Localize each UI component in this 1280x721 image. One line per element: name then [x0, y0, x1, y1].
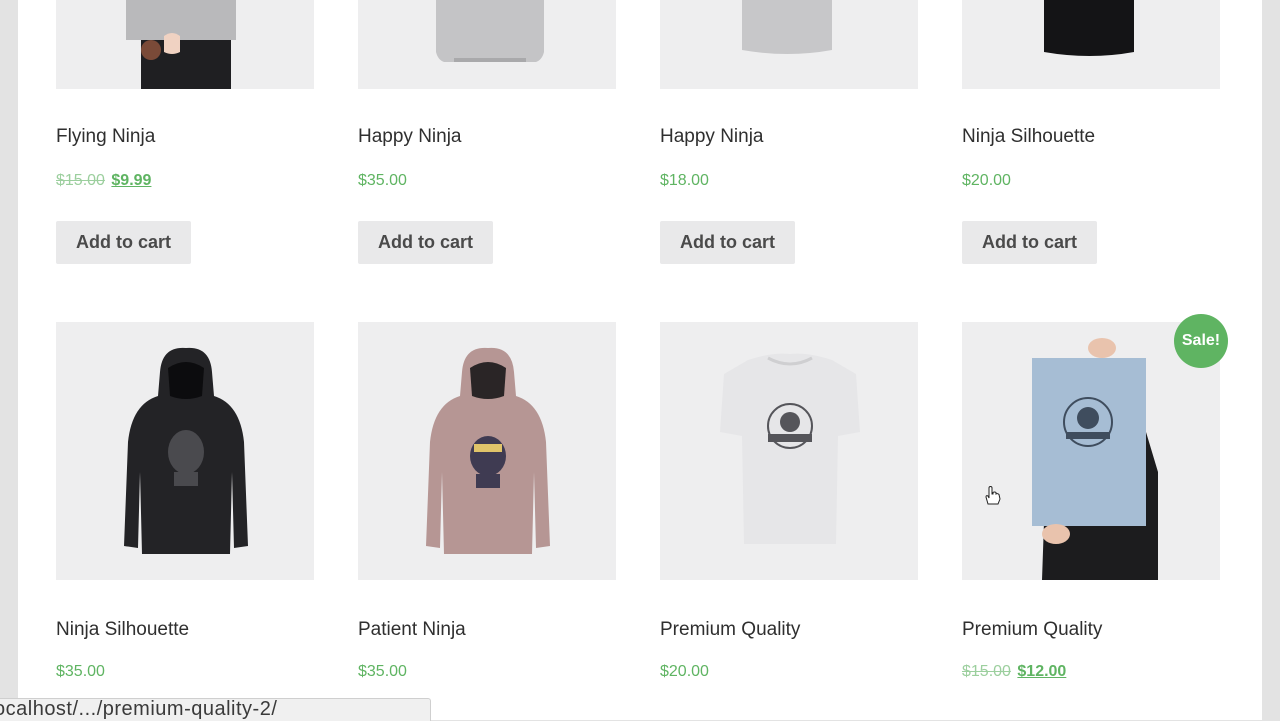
product-price: $35.00 [56, 663, 105, 681]
product-title[interactable]: Happy Ninja [358, 126, 462, 148]
product-title[interactable]: Premium Quality [660, 619, 800, 641]
product-price: $20.00 [660, 663, 709, 681]
grey-hoodie-image [436, 0, 544, 62]
add-to-cart-button[interactable]: Add to cart [358, 221, 494, 264]
price-amount: $35.00 [358, 663, 407, 680]
product-title[interactable]: Ninja Silhouette [56, 619, 189, 641]
hand-pointer-icon [985, 486, 1001, 505]
regular-price: $15.00 [962, 663, 1011, 680]
product-card: Premium Quality $15.00 $12.00 Sale! [962, 314, 1228, 680]
regular-price: $15.00 [56, 172, 105, 189]
product-card: Flying Ninja $15.00 $9.99 Add to cart [56, 0, 314, 264]
add-to-cart-button[interactable]: Add to cart [56, 221, 192, 264]
product-title[interactable]: Happy Ninja [660, 126, 764, 148]
price-amount: $35.00 [358, 172, 407, 189]
status-url: ocalhost/.../premium-quality-2/ [0, 698, 278, 720]
sale-price: $9.99 [111, 172, 152, 189]
product-price: $15.00 $9.99 [56, 172, 151, 190]
add-to-cart-button[interactable]: Add to cart [962, 221, 1098, 264]
browser-status-bar: ocalhost/.../premium-quality-2/ [0, 698, 431, 721]
product-image[interactable] [660, 322, 918, 580]
product-price: $35.00 [358, 172, 407, 190]
product-image[interactable] [358, 322, 616, 580]
product-title[interactable]: Premium Quality [962, 619, 1102, 641]
price-amount: $18.00 [660, 172, 709, 189]
add-to-cart-button[interactable]: Add to cart [660, 221, 796, 264]
product-image[interactable] [962, 322, 1220, 580]
product-image[interactable] [358, 0, 616, 89]
shop-page: Flying Ninja $15.00 $9.99 Add to cart Ha… [18, 0, 1262, 720]
product-title[interactable]: Patient Ninja [358, 619, 466, 641]
price-amount: $35.00 [56, 663, 105, 680]
grey-tshirt-image [742, 0, 832, 54]
black-tshirt-image [1044, 0, 1134, 56]
product-price: $15.00 $12.00 [962, 663, 1066, 681]
product-image[interactable] [56, 0, 314, 89]
product-image[interactable] [660, 0, 918, 89]
pink-hoodie-image [426, 347, 550, 554]
product-card: Ninja Silhouette $35.00 [56, 322, 314, 680]
black-hoodie-image [124, 347, 248, 554]
product-image[interactable] [962, 0, 1220, 89]
product-card: Happy Ninja $18.00 Add to cart [660, 0, 918, 264]
white-tshirt-image [720, 353, 860, 544]
product-title[interactable]: Flying Ninja [56, 126, 155, 148]
product-card: Patient Ninja $35.00 [358, 322, 616, 680]
product-price: $20.00 [962, 172, 1011, 190]
product-card: Premium Quality $20.00 [660, 322, 918, 680]
sale-badge: Sale! [1174, 314, 1228, 368]
product-card: Happy Ninja $35.00 Add to cart [358, 0, 616, 264]
product-price: $35.00 [358, 663, 407, 681]
product-price: $18.00 [660, 172, 709, 190]
poster-image [126, 0, 236, 89]
sale-price: $12.00 [1017, 663, 1067, 680]
price-amount: $20.00 [660, 663, 709, 680]
product-title[interactable]: Ninja Silhouette [962, 126, 1095, 148]
blue-poster-image [1032, 338, 1158, 580]
product-card: Ninja Silhouette $20.00 Add to cart [962, 0, 1220, 264]
price-amount: $20.00 [962, 172, 1011, 189]
product-image[interactable] [56, 322, 314, 580]
